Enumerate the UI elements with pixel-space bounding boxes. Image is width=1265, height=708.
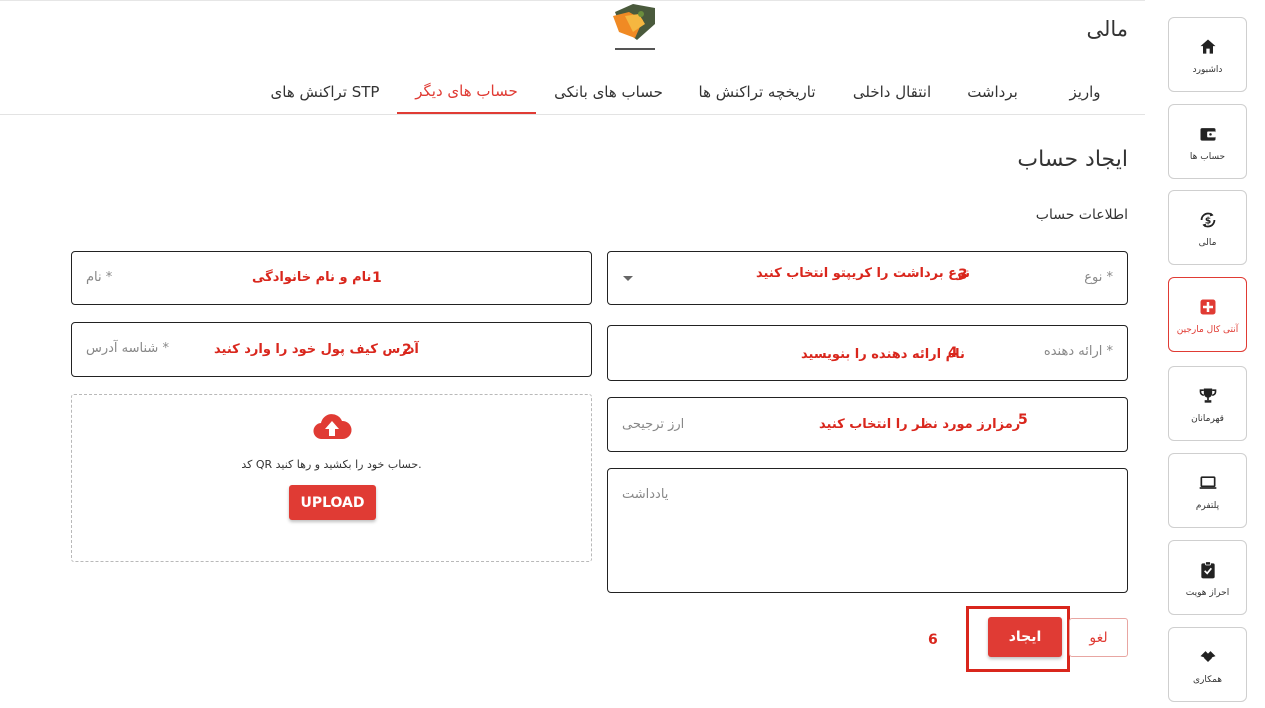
provider-annotation: نام ارائه دهنده را بنویسید [801,347,965,362]
type-placeholder: نوع * [1084,270,1113,285]
provider-field[interactable]: ارائه دهنده * نام ارائه دهنده را بنویسید… [607,325,1128,381]
page-heading: مالی [1086,17,1128,41]
note-placeholder: یادداشت [622,487,669,502]
tab-bar: واریز برداشت انتقال داخلی تاریخچه تراکنش… [0,70,1145,115]
sidebar-item-label: پلتفرم [1195,500,1220,511]
preferred-currency-placeholder: ارز ترجیحی [622,417,685,432]
wallet-address-step-number: 2 [402,342,412,358]
sidebar-item-dashboard[interactable]: داشبورد [1168,17,1247,92]
wallet-address-field[interactable]: شناسه آدرس * آدرس کیف پول خود را وارد کن… [71,322,592,377]
wallet-address-placeholder: شناسه آدرس * [86,341,169,356]
wallet-address-annotation: آدرس کیف پول خود را وارد کنید [214,342,419,357]
preferred-currency-annotation: رمزارز مورد نظر را انتخاب کنید [819,417,1021,432]
cloud-upload-icon [312,411,352,445]
sidebar-item-partnership[interactable]: همکاری [1168,627,1247,702]
sidebar-item-label: آنتی کال مارجین [1176,324,1239,335]
clipboard-check-icon [1196,558,1220,582]
form-subtitle: اطلاعات حساب [1035,207,1128,223]
svg-text:$: $ [1204,215,1210,226]
type-annotation: نوع برداشت را کریپتو انتخاب کنید [756,266,971,281]
brand-logo [603,2,663,56]
name-placeholder: نام * [86,270,113,285]
name-annotation: نام و نام خانوادگی [252,270,372,285]
sidebar-item-accounts[interactable]: حساب ها [1168,104,1247,179]
provider-step-number: 4 [948,345,958,361]
sidebar-item-label: احراز هویت [1185,587,1230,598]
tab-bank-accounts[interactable]: حساب های بانکی [541,70,676,114]
tab-withdraw[interactable]: برداشت [955,70,1030,114]
tab-deposit[interactable]: واریز [1030,70,1140,114]
handshake-icon [1196,645,1220,669]
sidebar-item-anti-margin-call[interactable]: آنتی کال مارجین [1168,277,1247,352]
trophy-icon [1196,384,1220,408]
create-button[interactable]: ایجاد [988,617,1062,657]
tab-stp-transactions[interactable]: تراکنش های STP [256,70,394,114]
upload-button[interactable]: UPLOAD [289,485,376,520]
sidebar-item-label: داشبورد [1192,64,1223,75]
laptop-icon [1196,471,1220,495]
sidebar-item-label: قهرمانان [1191,413,1224,424]
home-icon [1196,35,1220,59]
preferred-currency-step-number: 5 [1018,412,1028,428]
provider-placeholder: ارائه دهنده * [1043,344,1113,359]
sidebar-item-label: همکاری [1192,674,1223,685]
sidebar-item-label: حساب ها [1189,151,1226,162]
note-textarea[interactable]: یادداشت [607,468,1128,593]
cancel-button[interactable]: لغو [1069,618,1128,657]
sidebar-item-label: مالی [1198,237,1217,248]
name-field[interactable]: نام * نام و نام خانوادگی 1 [71,251,592,305]
name-step-number: 1 [372,270,382,286]
chevron-down-icon [623,276,633,281]
type-dropdown[interactable]: نوع * نوع برداشت را کریپتو انتخاب کنید 3 [607,251,1128,305]
tab-other-accounts[interactable]: حساب های دیگر [397,70,536,114]
sidebar-item-champions[interactable]: قهرمانان [1168,366,1247,441]
currency-exchange-icon: $ [1196,208,1220,232]
create-step-number: 6 [928,632,938,648]
form-title: ایجاد حساب [1017,147,1128,172]
medical-cross-icon [1196,295,1220,319]
sidebar-item-financial[interactable]: $ مالی [1168,190,1247,265]
upload-instructions: کد QR حساب خود را بکشید و رها کنید. [241,458,422,471]
tab-internal-transfer[interactable]: انتقال داخلی [838,70,946,114]
sidebar-item-platform[interactable]: پلتفرم [1168,453,1247,528]
qr-upload-dropzone[interactable]: کد QR حساب خود را بکشید و رها کنید. UPLO… [71,394,592,562]
wallet-icon [1196,122,1220,146]
type-step-number: 3 [958,267,968,283]
top-divider [0,0,1145,1]
tab-transaction-history[interactable]: تاریخچه تراکنش ها [684,70,830,114]
sidebar-item-verification[interactable]: احراز هویت [1168,540,1247,615]
preferred-currency-field[interactable]: ارز ترجیحی رمزارز مورد نظر را انتخاب کنی… [607,397,1128,452]
